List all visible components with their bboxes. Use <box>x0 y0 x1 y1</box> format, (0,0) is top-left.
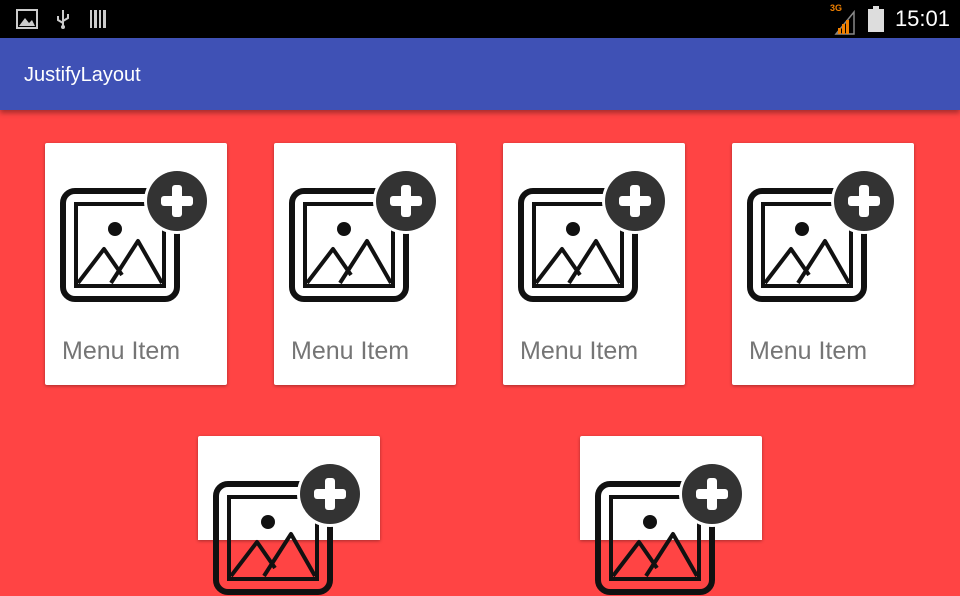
battery-icon <box>868 0 884 38</box>
menu-item-card[interactable] <box>580 436 762 595</box>
add-photo-icon <box>595 461 745 595</box>
app-title: JustifyLayout <box>24 64 141 86</box>
menu-item-card[interactable]: Menu Item <box>732 143 914 385</box>
clock: 15:01 <box>894 6 950 31</box>
barcode-icon <box>90 0 106 38</box>
network-type-label: 3G <box>830 3 843 13</box>
signal-icon: 3G <box>830 0 856 38</box>
image-notification-icon <box>16 0 38 38</box>
add-photo-icon <box>213 461 363 595</box>
menu-item-label: Menu Item <box>291 337 410 365</box>
menu-item-card[interactable]: Menu Item <box>503 143 685 385</box>
menu-item-label: Menu Item <box>520 337 639 365</box>
app-bar: JustifyLayout <box>0 38 960 110</box>
add-photo-icon <box>289 168 439 302</box>
menu-item-card[interactable]: Menu Item <box>274 143 456 385</box>
add-photo-icon <box>60 168 210 302</box>
status-bar: 3G 15:01 <box>0 0 960 38</box>
menu-item-label: Menu Item <box>62 337 181 365</box>
menu-item-card[interactable] <box>198 436 380 595</box>
add-photo-icon <box>518 168 668 302</box>
usb-icon <box>55 0 71 38</box>
menu-item-label: Menu Item <box>749 337 868 365</box>
menu-item-card[interactable]: Menu Item <box>45 143 227 385</box>
add-photo-icon <box>747 168 897 302</box>
